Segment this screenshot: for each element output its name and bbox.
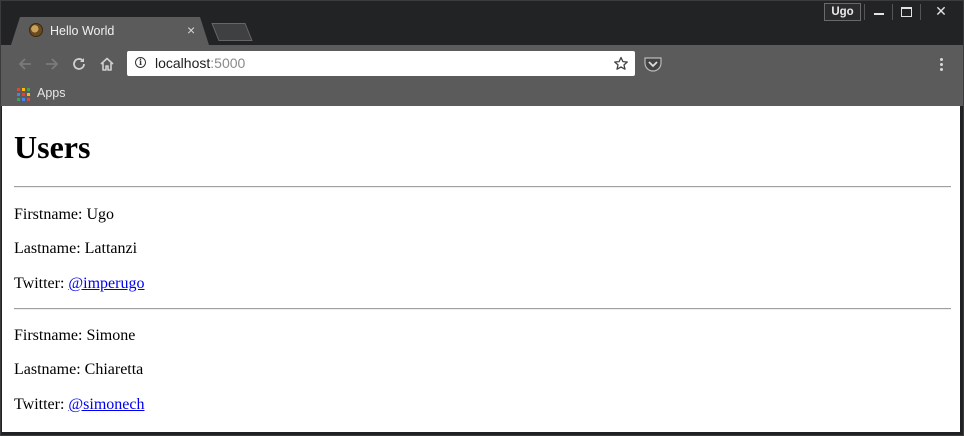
close-window-button[interactable]: ✕ [921, 1, 961, 21]
minimize-icon [874, 12, 884, 15]
browser-menu-button[interactable] [933, 54, 949, 74]
apps-grid-icon [17, 88, 30, 101]
home-icon [100, 57, 114, 71]
pocket-extension-icon [644, 57, 662, 72]
url-text[interactable]: localhost:5000 [155, 55, 245, 71]
reload-icon [73, 58, 85, 70]
user-lastname: Lastname: Chiaretta [14, 361, 144, 378]
kebab-menu-icon [933, 54, 949, 71]
twitter-prefix: Twitter: [14, 396, 69, 413]
active-tab[interactable]: Hello World × [11, 17, 209, 45]
home-button[interactable] [97, 54, 117, 74]
window-controls-divider [864, 4, 865, 20]
maximize-button[interactable] [893, 1, 919, 21]
forward-button[interactable] [42, 54, 62, 74]
tab-close-icon[interactable]: × [187, 21, 195, 39]
bookmark-star-button[interactable] [613, 52, 629, 77]
info-icon[interactable]: i [135, 57, 146, 68]
twitter-prefix: Twitter: [14, 275, 69, 292]
user-twitter: Twitter: @imperugo [14, 275, 144, 293]
user-firstname: Firstname: Ugo [14, 206, 114, 223]
forward-arrow-icon [46, 58, 59, 70]
minimize-button[interactable] [867, 1, 891, 21]
user-firstname: Firstname: Simone [14, 327, 136, 344]
page-title: Users [14, 129, 91, 165]
pocket-extension-button[interactable] [643, 55, 663, 73]
apps-label: Apps [37, 86, 66, 100]
back-arrow-icon [18, 58, 31, 70]
url-host: localhost [155, 55, 211, 71]
close-icon: ✕ [935, 3, 947, 19]
new-tab-button[interactable] [211, 23, 253, 41]
twitter-link[interactable]: @simonech [68, 396, 144, 413]
browser-window: Hello World × Ugo ✕ i localhost:5000 App… [0, 0, 964, 436]
tab-strip: Hello World × Ugo ✕ [1, 1, 963, 45]
address-bar[interactable]: i localhost:5000 [127, 51, 635, 76]
back-button[interactable] [15, 54, 35, 74]
tab-title: Hello World [50, 24, 115, 38]
user-lastname: Lastname: Lattanzi [14, 240, 138, 257]
browser-toolbar: i localhost:5000 [1, 45, 963, 82]
twitter-link[interactable]: @imperugo [68, 275, 144, 292]
bookmarks-bar: Apps [1, 82, 963, 106]
profile-button[interactable]: Ugo [824, 3, 861, 21]
star-icon [614, 56, 628, 70]
url-port: :5000 [210, 55, 246, 71]
reload-button[interactable] [69, 54, 89, 74]
user-twitter: Twitter: @simonech [14, 396, 144, 414]
divider [14, 186, 951, 188]
maximize-icon [900, 6, 912, 17]
page-viewport: Users Firstname: Ugo Lastname: Lattanzi … [2, 106, 960, 432]
divider [14, 308, 951, 310]
favicon-icon [29, 23, 43, 37]
